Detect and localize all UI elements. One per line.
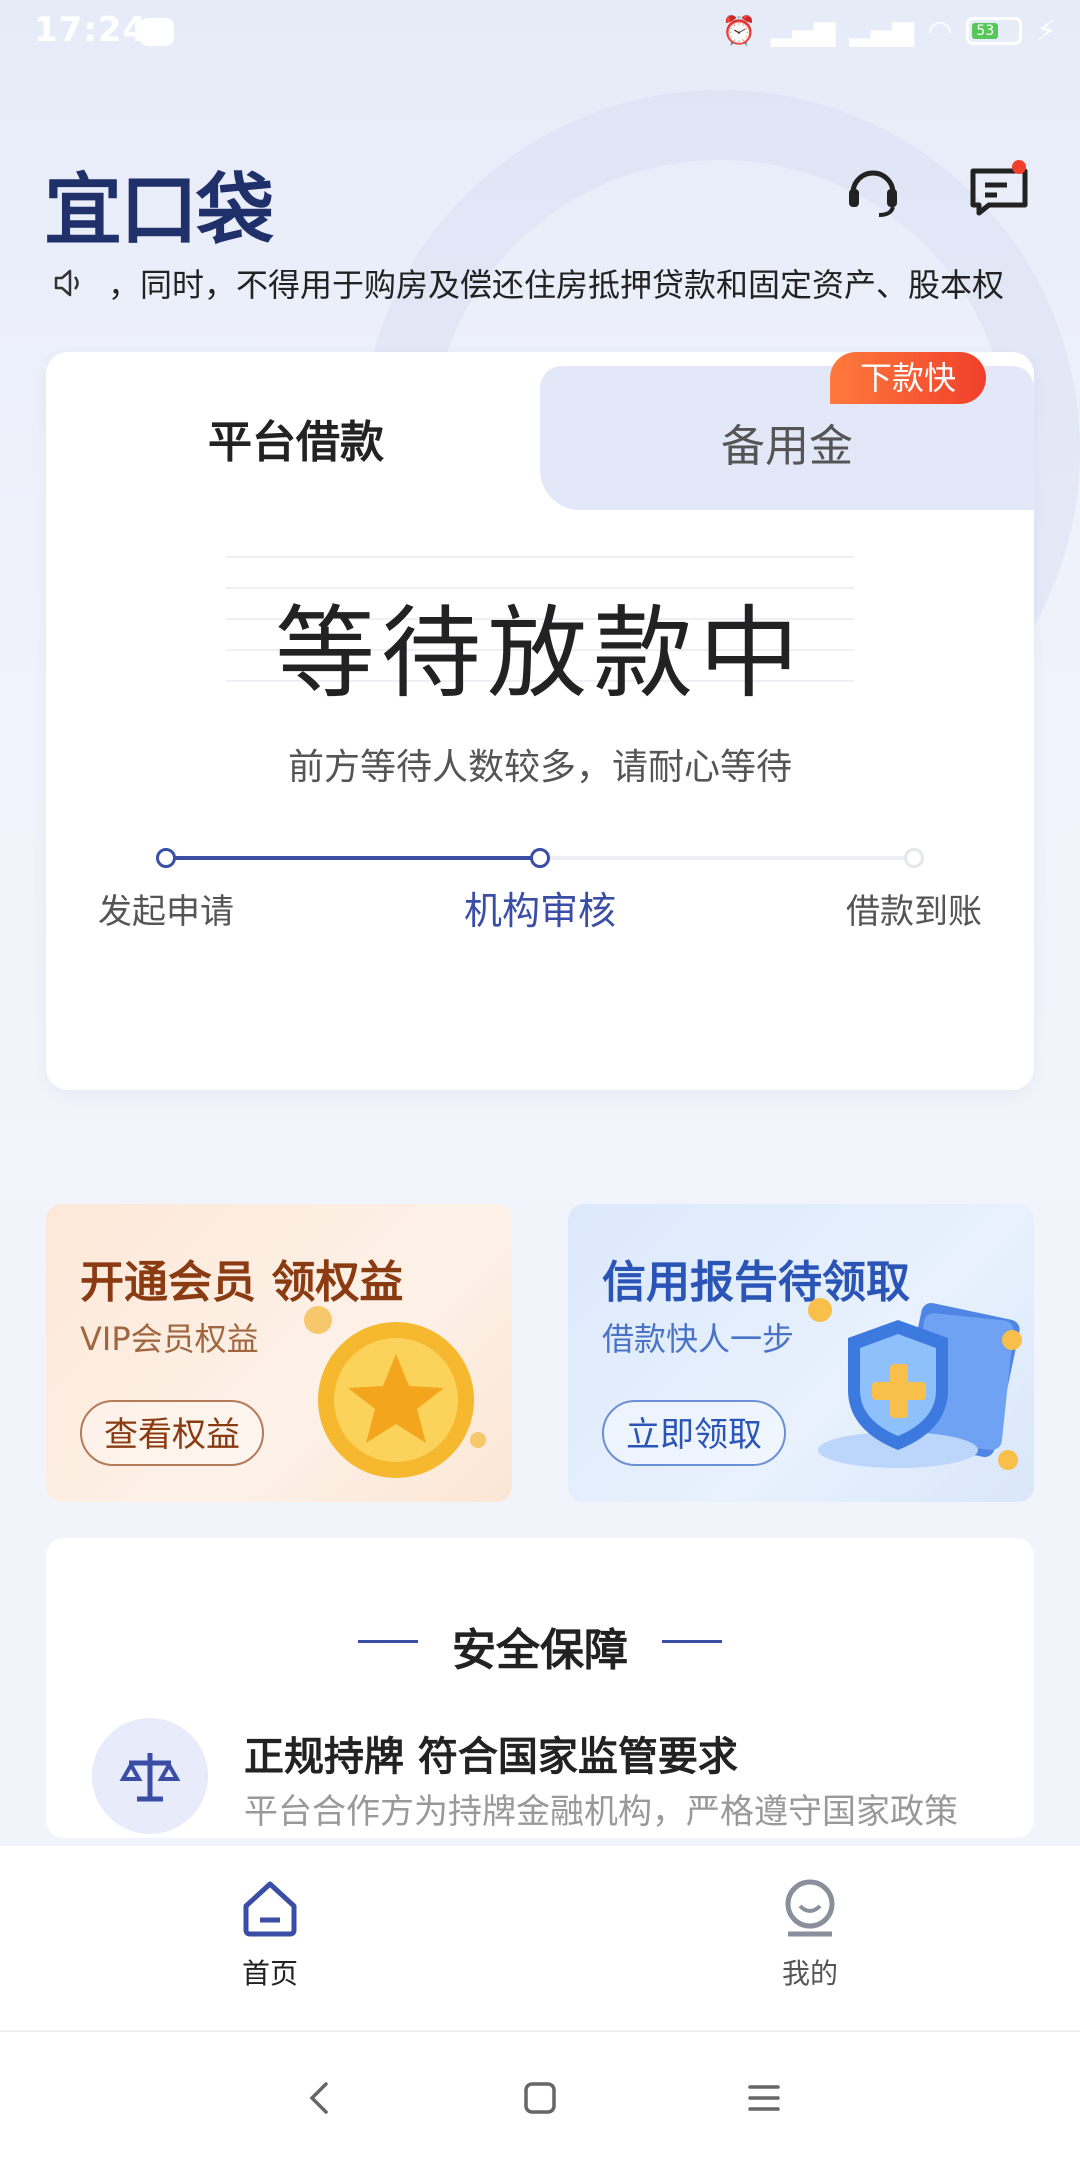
loan-status-subtitle: 前方等待人数较多，请耐心等待 <box>287 747 792 788</box>
security-card: 安全保障 正规持牌 符合国家监管要求 平台合作方为持牌金融机构，严格遵守国家政策 <box>46 1538 1034 1838</box>
message-icon <box>970 160 1028 216</box>
vip-promo-card[interactable]: 开通会员 领权益 VIP会员权益 查看权益 <box>46 1204 512 1502</box>
progress-track-done <box>166 856 540 860</box>
fast-loan-badge: 下款快 <box>830 352 986 404</box>
notification-app-icon <box>140 18 174 46</box>
status-icons: ⏰ ▂▄▆ ▂▄▆ ◠ 53 ⚡ <box>722 14 1056 47</box>
square-icon <box>524 2082 556 2114</box>
security-heading: 正规持牌 符合国家监管要求 <box>244 1734 738 1780</box>
step-dot-review <box>530 848 550 868</box>
back-button[interactable] <box>290 2068 350 2128</box>
wifi-icon: ◠ <box>927 14 953 47</box>
battery-icon: 53 <box>966 16 1023 45</box>
tab-platform-loan[interactable]: 平台借款 <box>46 352 540 472</box>
nav-home[interactable]: 首页 <box>170 1876 370 1992</box>
tab-platform-loan-label: 平台借款 <box>208 417 384 468</box>
step-dot-arrival <box>904 848 924 868</box>
step-label-arrival: 借款到账 <box>846 892 982 932</box>
credit-report-promo-card[interactable]: 信用报告待领取 借款快人一步 立即领取 <box>568 1204 1034 1502</box>
gold-coin-star-icon <box>304 1306 486 1478</box>
alarm-icon: ⏰ <box>721 14 757 47</box>
notice-text: ，同时，不得用于购房及偿还住房抵押贷款和固定资产、股本权 <box>108 266 1005 304</box>
status-bar: 17:24 ⏰ ▂▄▆ ▂▄▆ ◠ 53 ⚡ <box>0 0 1080 66</box>
back-icon <box>309 2082 328 2114</box>
battery-level: 53 <box>972 22 999 39</box>
tab-backup-fund-label: 备用金 <box>721 421 853 472</box>
license-icon-wrap <box>92 1718 208 1834</box>
messages-button[interactable] <box>964 156 1034 226</box>
customer-service-button[interactable] <box>838 156 908 226</box>
step-label-apply: 发起申请 <box>98 892 234 932</box>
nav-home-label: 首页 <box>241 1957 298 1990</box>
security-title: 安全保障 <box>452 1625 628 1676</box>
charging-icon: ⚡ <box>1036 14 1056 47</box>
claim-now-button[interactable]: 立即领取 <box>602 1400 786 1466</box>
bottom-nav: 首页 我的 <box>0 1846 1080 2032</box>
nav-mine-label: 我的 <box>781 1957 838 1990</box>
home-button[interactable] <box>510 2068 570 2128</box>
security-description: 平台合作方为持牌金融机构，严格遵守国家政策 <box>244 1792 958 1832</box>
signal-icon: ▂▄▆ <box>770 14 836 47</box>
recents-button[interactable] <box>734 2068 794 2128</box>
nav-mine[interactable]: 我的 <box>710 1876 910 1992</box>
unread-dot <box>1012 160 1026 174</box>
profile-icon <box>785 1879 835 1937</box>
speaker-icon <box>54 269 79 297</box>
notice-bar[interactable]: ，同时，不得用于购房及偿还住房抵押贷款和固定资产、股本权 <box>52 260 1032 306</box>
headset-icon <box>849 170 897 217</box>
view-benefits-button[interactable]: 查看权益 <box>80 1400 264 1466</box>
loan-status-title: 等待放款中 <box>275 595 805 712</box>
system-nav-bar <box>0 2032 1080 2160</box>
step-label-review: 机构审核 <box>463 889 616 933</box>
step-dot-apply <box>156 848 176 868</box>
home-icon <box>243 1881 297 1937</box>
shield-report-icon <box>808 1298 1022 1470</box>
signal-icon-2: ▂▄▆ <box>849 14 914 47</box>
status-time: 17:24 <box>34 10 148 50</box>
credit-promo-subtitle: 借款快人一步 <box>602 1320 795 1358</box>
app-logo: 宜口袋 <box>44 166 274 256</box>
balance-scale-icon <box>119 1753 181 1802</box>
menu-icon <box>748 2085 780 2111</box>
vip-promo-subtitle: VIP会员权益 <box>80 1320 259 1358</box>
